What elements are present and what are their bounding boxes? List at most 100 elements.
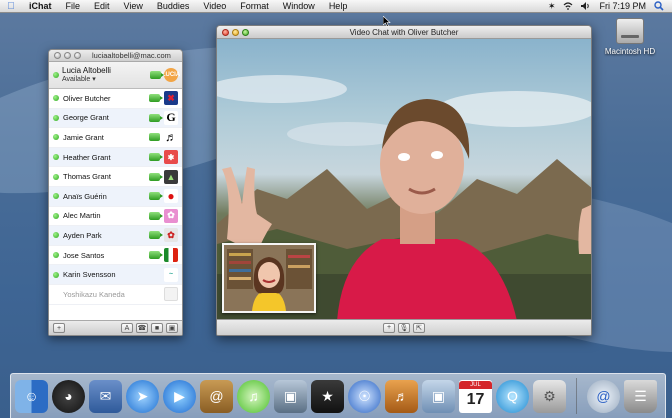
video-camera-icon[interactable] xyxy=(149,94,163,103)
buddy-row-anais-guerin[interactable]: Anaïs Guérin ● xyxy=(49,186,182,207)
video-camera-icon[interactable] xyxy=(149,113,163,122)
status-menu[interactable]: Available ▾ xyxy=(62,75,147,84)
audio-chat-button[interactable]: ☎ xyxy=(136,323,148,333)
union-flag-buddy-picture: ✖ xyxy=(164,91,178,106)
bluetooth-icon[interactable]: ✶ xyxy=(548,1,556,12)
video-chat-titlebar[interactable]: Video Chat with Oliver Butcher xyxy=(217,26,591,39)
iphoto-icon[interactable]: ▣ xyxy=(274,379,307,413)
online-status-icon xyxy=(53,95,59,102)
volume-icon[interactable] xyxy=(581,2,591,10)
buddy-row-thomas-grant[interactable]: Thomas Grant ▲ xyxy=(49,167,182,187)
buddy-row-ayden-park[interactable]: Ayden Park ✿ xyxy=(49,226,182,246)
zoom-button[interactable] xyxy=(74,52,81,59)
video-camera-icon[interactable] xyxy=(149,231,163,240)
video-controls-bar: + 🎙 ⇱ xyxy=(217,319,591,335)
online-status-icon xyxy=(53,271,59,278)
menu-bar:  iChat File Edit View Buddies Video For… xyxy=(0,0,672,13)
menu-format[interactable]: Format xyxy=(233,1,276,11)
menu-buddies[interactable]: Buddies xyxy=(150,1,197,11)
menu-window[interactable]: Window xyxy=(276,1,322,11)
video-camera-icon[interactable] xyxy=(149,211,163,220)
minimize-button[interactable] xyxy=(64,52,71,59)
screen-share-button[interactable]: ▣ xyxy=(166,323,178,333)
account-name: luciaaltobelli@mac.com xyxy=(92,51,171,60)
video-chat-title: Video Chat with Oliver Butcher xyxy=(349,27,459,37)
garageband-icon[interactable]: ♬ xyxy=(385,379,418,413)
letter-g-buddy-picture: G xyxy=(164,110,178,125)
buddy-list-titlebar[interactable]: luciaaltobelli@mac.com xyxy=(49,50,182,62)
sport-buddy-picture: ▲ xyxy=(164,169,178,184)
buddy-row-karin-svensson[interactable]: Karin Svensson ~ xyxy=(49,265,182,285)
buddy-name: Thomas Grant xyxy=(63,172,111,182)
apple-menu-icon[interactable]:  xyxy=(0,1,22,12)
ichat-icon[interactable]: ▶ xyxy=(163,379,196,413)
dock-separator xyxy=(576,378,577,414)
online-status-icon xyxy=(53,232,59,239)
buddy-row-jamie-grant[interactable]: Jamie Grant ♬ xyxy=(49,128,182,148)
itunes-icon[interactable]: ♫ xyxy=(237,379,270,413)
my-buddy-picture[interactable]: LUCIA xyxy=(162,68,180,82)
fullscreen-button[interactable]: ⇱ xyxy=(413,322,425,333)
buddy-name: Jamie Grant xyxy=(63,132,104,142)
add-participant-button[interactable]: + xyxy=(383,322,395,333)
app-menu[interactable]: iChat xyxy=(22,1,59,11)
video-camera-icon[interactable] xyxy=(149,153,163,162)
menu-view[interactable]: View xyxy=(117,1,150,11)
buddy-list-toolbar: + A ☎ ■ ▣ xyxy=(49,320,182,335)
buddy-row-george-grant[interactable]: George Grant G xyxy=(49,108,182,129)
address-book-icon[interactable]: @ xyxy=(200,379,233,413)
buddy-row-alec-martin[interactable]: Alec Martin ✿ xyxy=(49,207,182,227)
hd-label: Macintosh HD xyxy=(604,47,656,56)
script-buddy-picture: ~ xyxy=(164,267,178,282)
buddy-row-yoshikazu-kaneda[interactable]: Yoshikazu Kaneda xyxy=(49,285,182,305)
applications-folder-icon[interactable]: @ xyxy=(587,379,620,413)
buddy-name: Alec Martin xyxy=(63,211,101,221)
close-button[interactable] xyxy=(54,52,61,59)
wifi-icon[interactable] xyxy=(563,2,573,10)
finder-icon[interactable]: ☺ xyxy=(15,379,48,413)
safari-icon[interactable]: ➤ xyxy=(126,379,159,413)
video-camera-icon[interactable] xyxy=(150,71,164,79)
ical-icon[interactable]: JUL 17 xyxy=(459,379,492,413)
iweb-icon[interactable]: ▣ xyxy=(422,379,455,413)
buddy-row-oliver-butcher[interactable]: Oliver Butcher ✖ xyxy=(49,89,182,109)
quicktime-icon[interactable]: Q xyxy=(496,379,529,413)
menu-edit[interactable]: Edit xyxy=(87,1,117,11)
status-available-icon xyxy=(53,72,59,78)
buddy-row-jose-santos[interactable]: Jose Santos xyxy=(49,246,182,266)
local-video-preview[interactable] xyxy=(222,243,316,313)
online-status-icon xyxy=(53,173,59,180)
menu-video[interactable]: Video xyxy=(196,1,233,11)
phone-icon[interactable] xyxy=(149,133,160,142)
trash-icon[interactable]: ☰ xyxy=(624,379,657,413)
menu-clock[interactable]: Fri 7:19 PM xyxy=(599,1,646,11)
idvd-icon[interactable]: ☉ xyxy=(348,379,381,413)
macintosh-hd-desktop-icon[interactable]: Macintosh HD xyxy=(600,18,660,56)
online-status-icon xyxy=(53,193,59,200)
online-status-icon xyxy=(53,212,59,219)
video-chat-button[interactable]: ■ xyxy=(151,323,163,333)
imovie-icon[interactable]: ★ xyxy=(311,379,344,413)
buddy-name: Jose Santos xyxy=(63,250,105,260)
mail-icon[interactable]: ✉ xyxy=(89,379,122,413)
menu-file[interactable]: File xyxy=(59,1,88,11)
blank-buddy-picture xyxy=(164,287,178,302)
spotlight-icon[interactable] xyxy=(654,1,664,11)
my-status-panel: Lucia Altobelli Available ▾ LUCIA xyxy=(49,62,182,89)
dashboard-icon[interactable]: ◕ xyxy=(52,379,85,413)
mute-button[interactable]: 🎙 xyxy=(398,322,410,333)
buddy-row-heather-grant[interactable]: Heather Grant ✱ xyxy=(49,147,182,168)
music-buddy-picture: ♬ xyxy=(164,130,178,145)
add-buddy-button[interactable]: + xyxy=(53,323,65,333)
video-camera-icon[interactable] xyxy=(149,172,163,181)
system-preferences-icon[interactable]: ⚙ xyxy=(533,379,566,413)
emblem-buddy-picture: ✿ xyxy=(164,228,178,243)
video-camera-icon[interactable] xyxy=(149,251,163,260)
online-status-icon xyxy=(53,154,59,161)
video-camera-icon[interactable] xyxy=(149,192,163,201)
text-chat-button[interactable]: A xyxy=(121,323,133,333)
remote-video-feed xyxy=(217,39,591,321)
mouse-cursor-icon xyxy=(383,16,391,27)
menu-help[interactable]: Help xyxy=(322,1,355,11)
buddy-name: Karin Svensson xyxy=(63,270,116,280)
